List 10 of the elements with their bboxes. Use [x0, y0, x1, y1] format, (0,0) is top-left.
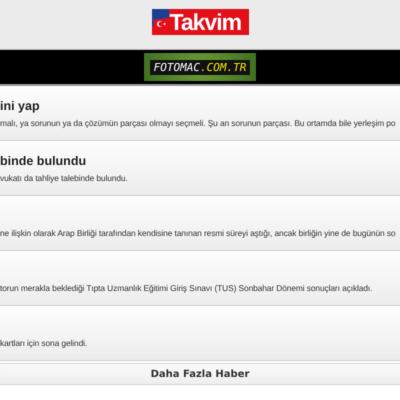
- news-headline[interactable]: binde bulundu: [0, 154, 400, 168]
- fotomac-logo[interactable]: FOTOMAC.COM.TR: [144, 53, 256, 81]
- news-summary: vukatı da tahliye talebinde bulundu.: [0, 173, 129, 183]
- news-summary: kartları için sona gelindi.: [0, 338, 88, 348]
- news-summary: torun merakla beklediği Tıpta Uzmanlık Eğitimi Giriş Sınavı (TUS) Sonbahar Dönemi sonuçları açıkladı.: [0, 283, 374, 293]
- more-news-button[interactable]: Daha Fazla Haber: [0, 363, 400, 385]
- news-summary: malı, ya sorunun ya da çözümün parçası olmayı seçmeli. Şu an sorunun parçası. Bu ortamda bile yerleşim po: [0, 118, 396, 128]
- takvim-logo[interactable]: Takvim: [152, 9, 248, 35]
- news-summary: ne ilişkin olarak Arap Birliği tarafından kendisine tanınan resmi süreyi aştığı, ancak birliğin yine de bugünün so: [0, 228, 396, 238]
- news-headline[interactable]: ini yap: [0, 99, 400, 113]
